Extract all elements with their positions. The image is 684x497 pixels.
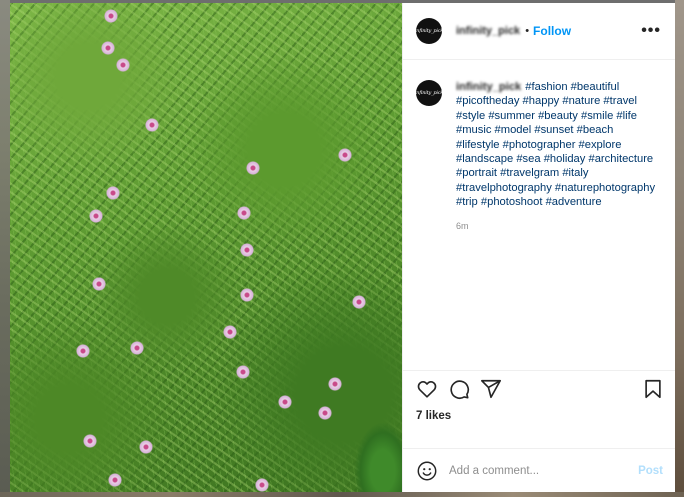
flower	[236, 365, 250, 379]
caption-block: infinity_pick #fashion #beautiful #picoft…	[456, 80, 656, 231]
flower	[223, 325, 237, 339]
caption-hashtags[interactable]: #fashion #beautiful #picoftheday #happy …	[456, 81, 655, 208]
add-comment-bar: Post	[403, 448, 675, 492]
caption-avatar[interactable]: infinity_pick	[414, 80, 444, 106]
flower	[108, 473, 122, 487]
more-options-icon[interactable]: •••	[641, 23, 661, 39]
time-ago: 6m	[456, 220, 469, 231]
share-icon[interactable]	[480, 378, 502, 400]
flower	[240, 288, 254, 302]
caption: infinity_pick #fashion #beautiful #picoft…	[456, 80, 656, 210]
separator-dot: •	[525, 25, 530, 37]
caption-avatar-text: infinity_pick	[414, 90, 444, 96]
flower	[352, 295, 366, 309]
bookmark-icon[interactable]	[642, 378, 664, 400]
post-header: infinity_pick infinity_pick • Follow •••	[403, 3, 675, 60]
flower	[278, 395, 292, 409]
flower	[116, 58, 130, 72]
flower	[318, 406, 332, 420]
flower	[338, 148, 352, 162]
flower	[106, 186, 120, 200]
page-background-left	[0, 0, 10, 497]
flower	[145, 118, 159, 132]
emoji-icon[interactable]	[416, 460, 438, 482]
post-comment-button[interactable]: Post	[638, 465, 663, 477]
avatar-text: infinity_pick	[414, 28, 444, 34]
flower	[104, 9, 118, 23]
flower	[240, 243, 254, 257]
page-background-bottom	[0, 492, 684, 497]
comments-area: infinity_pick infinity_pick #fashion #bea…	[403, 60, 675, 370]
flower	[89, 209, 103, 223]
flower	[139, 440, 153, 454]
header-username[interactable]: infinity_pick	[456, 25, 520, 37]
page-background-right	[675, 0, 684, 497]
flower	[76, 344, 90, 358]
flower	[328, 377, 342, 391]
action-bar	[403, 370, 675, 406]
post-side-panel: infinity_pick infinity_pick • Follow •••…	[402, 3, 675, 492]
flower	[83, 434, 97, 448]
leaf-cluster	[354, 422, 402, 492]
comment-input[interactable]	[449, 464, 639, 477]
flower	[255, 478, 269, 492]
flower	[92, 277, 106, 291]
post-photo[interactable]	[10, 3, 402, 492]
avatar[interactable]: infinity_pick	[414, 18, 444, 44]
flower	[237, 206, 251, 220]
follow-button[interactable]: Follow	[533, 24, 571, 38]
comment-icon[interactable]	[448, 378, 470, 400]
flower	[130, 341, 144, 355]
likes-count[interactable]: 7 likes	[403, 406, 675, 448]
flower	[246, 161, 260, 175]
heart-icon[interactable]	[416, 378, 438, 400]
caption-username[interactable]: infinity_pick	[456, 81, 521, 93]
post-modal: infinity_pick infinity_pick • Follow •••…	[10, 3, 675, 492]
flower	[101, 41, 115, 55]
